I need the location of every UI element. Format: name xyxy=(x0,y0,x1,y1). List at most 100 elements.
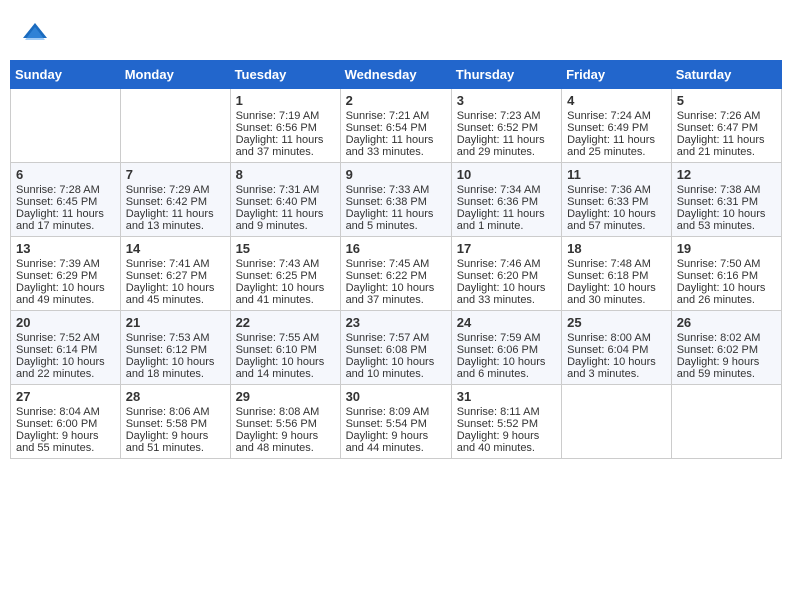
cell-content-line: Sunrise: 8:02 AM xyxy=(677,332,776,344)
cell-content-line: Daylight: 10 hours and 14 minutes. xyxy=(236,356,335,380)
day-number: 7 xyxy=(126,167,225,182)
cell-content-line: Sunrise: 7:55 AM xyxy=(236,332,335,344)
cell-content-line: Daylight: 10 hours and 33 minutes. xyxy=(457,282,556,306)
cell-content-line: Sunrise: 8:06 AM xyxy=(126,406,225,418)
day-number: 21 xyxy=(126,315,225,330)
cell-content-line: Sunrise: 7:52 AM xyxy=(16,332,115,344)
day-number: 2 xyxy=(346,93,446,108)
cell-content-line: Sunset: 6:00 PM xyxy=(16,418,115,430)
cell-content-line: Daylight: 10 hours and 41 minutes. xyxy=(236,282,335,306)
calendar-cell: 9Sunrise: 7:33 AMSunset: 6:38 PMDaylight… xyxy=(340,163,451,237)
day-number: 5 xyxy=(677,93,776,108)
cell-content-line: Sunset: 6:22 PM xyxy=(346,270,446,282)
calendar-cell: 24Sunrise: 7:59 AMSunset: 6:06 PMDayligh… xyxy=(451,311,561,385)
calendar-cell: 7 Sunrise: 7:29 AMSunset: 6:42 PMDaylight… xyxy=(120,163,230,237)
day-of-week-header: Friday xyxy=(562,61,672,89)
cell-content-line: Sunset: 6:08 PM xyxy=(346,344,446,356)
day-number: 24 xyxy=(457,315,556,330)
cell-content-line: Sunrise: 7:31 AM xyxy=(236,184,335,196)
day-of-week-header: Wednesday xyxy=(340,61,451,89)
cell-content-line: Sunset: 6:52 PM xyxy=(457,122,556,134)
calendar-cell: 5Sunrise: 7:26 AMSunset: 6:47 PMDaylight… xyxy=(671,89,781,163)
cell-content-line: Sunset: 6:12 PM xyxy=(126,344,225,356)
cell-content-line: Sunset: 6:45 PM xyxy=(16,196,115,208)
day-number: 6 xyxy=(16,167,115,182)
day-number: 19 xyxy=(677,241,776,256)
calendar-cell: 21 Sunrise: 7:53 AMSunset: 6:12 PMDayligh… xyxy=(120,311,230,385)
day-number: 20 xyxy=(16,315,115,330)
cell-content-line: Daylight: 9 hours and 59 minutes. xyxy=(677,356,776,380)
calendar-cell: 16Sunrise: 7:45 AMSunset: 6:22 PMDayligh… xyxy=(340,237,451,311)
logo-icon xyxy=(20,20,50,50)
day-number: 12 xyxy=(677,167,776,182)
calendar-cell xyxy=(562,385,672,459)
cell-content-line: Sunset: 6:49 PM xyxy=(567,122,666,134)
cell-content-line: Sunrise: 7:48 AM xyxy=(567,258,666,270)
calendar-cell xyxy=(671,385,781,459)
cell-content-line: Sunset: 5:58 PM xyxy=(126,418,225,430)
cell-content-line: Daylight: 10 hours and 45 minutes. xyxy=(126,282,225,306)
cell-content-line: Daylight: 10 hours and 18 minutes. xyxy=(126,356,225,380)
day-number: 10 xyxy=(457,167,556,182)
cell-content-line: Sunset: 6:02 PM xyxy=(677,344,776,356)
day-number: 26 xyxy=(677,315,776,330)
calendar-cell: 12Sunrise: 7:38 AMSunset: 6:31 PMDayligh… xyxy=(671,163,781,237)
calendar-table: SundayMondayTuesdayWednesdayThursdayFrid… xyxy=(10,60,782,459)
cell-content-line: Sunrise: 7:46 AM xyxy=(457,258,556,270)
cell-content-line: Sunset: 6:47 PM xyxy=(677,122,776,134)
cell-content-line: Sunrise: 7:43 AM xyxy=(236,258,335,270)
cell-content-line: Sunrise: 7:19 AM xyxy=(236,110,335,122)
cell-content-line: Sunrise: 7:28 AM xyxy=(16,184,115,196)
cell-content-line: Daylight: 11 hours and 9 minutes. xyxy=(236,208,335,232)
cell-content-line: Daylight: 9 hours and 48 minutes. xyxy=(236,430,335,454)
day-of-week-header: Saturday xyxy=(671,61,781,89)
cell-content-line: Daylight: 9 hours and 51 minutes. xyxy=(126,430,225,454)
cell-content-line: Sunset: 6:56 PM xyxy=(236,122,335,134)
cell-content-line: Daylight: 11 hours and 37 minutes. xyxy=(236,134,335,158)
calendar-cell: 29 Sunrise: 8:08 AMSunset: 5:56 PMDayligh… xyxy=(230,385,340,459)
cell-content-line: Sunset: 5:56 PM xyxy=(236,418,335,430)
day-number: 29 xyxy=(236,389,335,404)
cell-content-line: Sunrise: 7:38 AM xyxy=(677,184,776,196)
calendar-cell: 3Sunrise: 7:23 AMSunset: 6:52 PMDaylight… xyxy=(451,89,561,163)
cell-content-line: Sunrise: 7:36 AM xyxy=(567,184,666,196)
calendar-cell: 23Sunrise: 7:57 AMSunset: 6:08 PMDayligh… xyxy=(340,311,451,385)
cell-content-line: Sunrise: 7:33 AM xyxy=(346,184,446,196)
calendar-cell: 25Sunrise: 8:00 AMSunset: 6:04 PMDayligh… xyxy=(562,311,672,385)
cell-content-line: Sunrise: 8:08 AM xyxy=(236,406,335,418)
calendar-week-row: 13Sunrise: 7:39 AMSunset: 6:29 PMDayligh… xyxy=(11,237,782,311)
cell-content-line: Daylight: 10 hours and 30 minutes. xyxy=(567,282,666,306)
cell-content-line: Sunrise: 7:21 AM xyxy=(346,110,446,122)
cell-content-line: Daylight: 11 hours and 5 minutes. xyxy=(346,208,446,232)
cell-content-line: Sunset: 6:25 PM xyxy=(236,270,335,282)
cell-content-line: Sunrise: 7:34 AM xyxy=(457,184,556,196)
cell-content-line: Daylight: 10 hours and 26 minutes. xyxy=(677,282,776,306)
calendar-cell xyxy=(120,89,230,163)
calendar-header-row: SundayMondayTuesdayWednesdayThursdayFrid… xyxy=(11,61,782,89)
calendar-cell: 8Sunrise: 7:31 AMSunset: 6:40 PMDaylight… xyxy=(230,163,340,237)
cell-content-line: Sunset: 6:40 PM xyxy=(236,196,335,208)
cell-content-line: Sunrise: 7:26 AM xyxy=(677,110,776,122)
cell-content-line: Sunset: 6:04 PM xyxy=(567,344,666,356)
day-number: 28 xyxy=(126,389,225,404)
cell-content-line: Sunrise: 7:29 AM xyxy=(126,184,225,196)
cell-content-line: Sunrise: 7:23 AM xyxy=(457,110,556,122)
cell-content-line: Sunrise: 7:53 AM xyxy=(126,332,225,344)
cell-content-line: Sunset: 6:33 PM xyxy=(567,196,666,208)
cell-content-line: Daylight: 11 hours and 13 minutes. xyxy=(126,208,225,232)
cell-content-line: Sunrise: 8:00 AM xyxy=(567,332,666,344)
page-header xyxy=(10,10,782,55)
calendar-cell: 22Sunrise: 7:55 AMSunset: 6:10 PMDayligh… xyxy=(230,311,340,385)
day-number: 11 xyxy=(567,167,666,182)
cell-content-line: Sunrise: 8:09 AM xyxy=(346,406,446,418)
day-number: 1 xyxy=(236,93,335,108)
cell-content-line: Sunrise: 7:59 AM xyxy=(457,332,556,344)
day-number: 14 xyxy=(126,241,225,256)
cell-content-line: Daylight: 10 hours and 10 minutes. xyxy=(346,356,446,380)
cell-content-line: Sunrise: 7:39 AM xyxy=(16,258,115,270)
cell-content-line: Sunset: 6:42 PM xyxy=(126,196,225,208)
day-number: 30 xyxy=(346,389,446,404)
cell-content-line: Daylight: 9 hours and 40 minutes. xyxy=(457,430,556,454)
calendar-cell: 4Sunrise: 7:24 AMSunset: 6:49 PMDaylight… xyxy=(562,89,672,163)
cell-content-line: Sunset: 6:14 PM xyxy=(16,344,115,356)
